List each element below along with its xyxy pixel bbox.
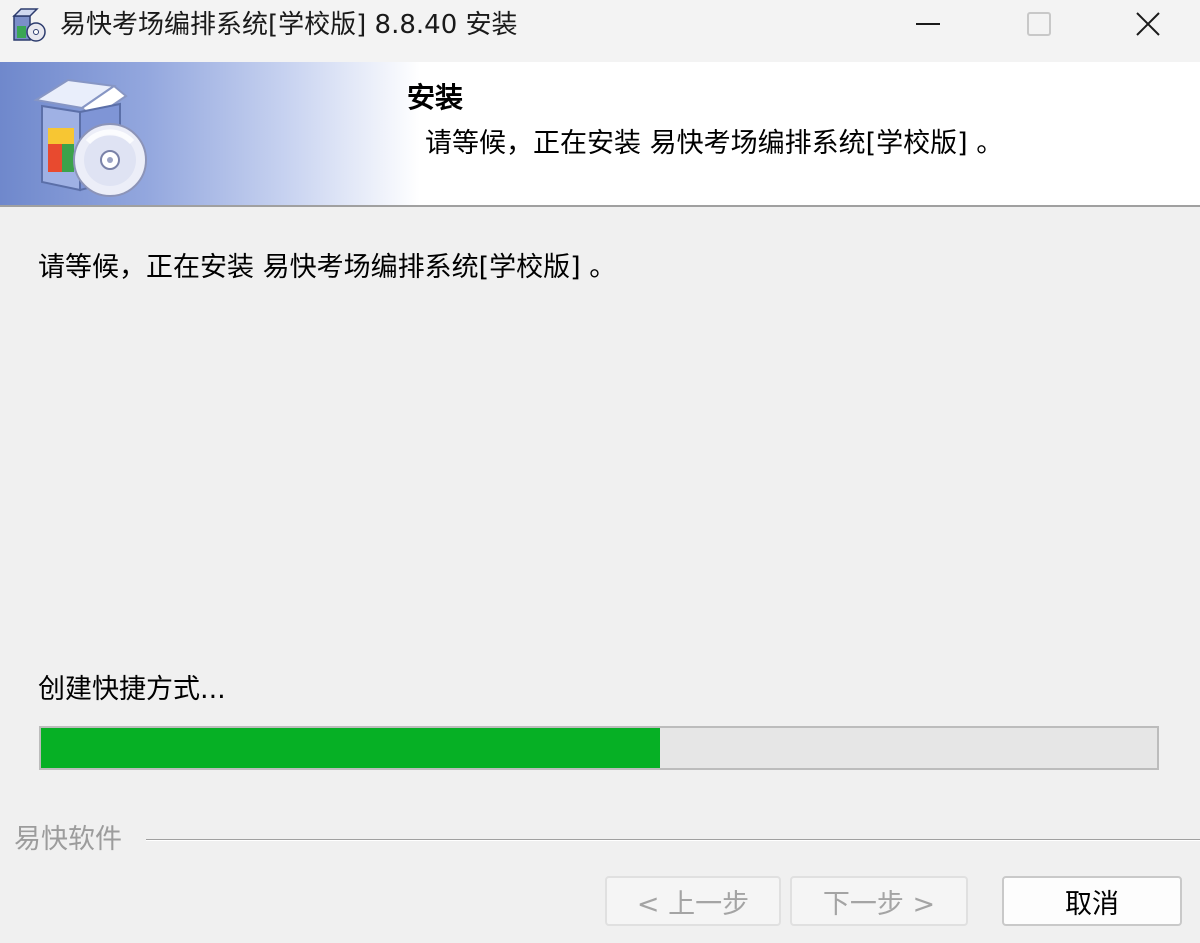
maximize-button [984,0,1094,48]
brand-label: 易快软件 [14,824,122,855]
banner-subtitle: 请等候，正在安装 易快考场编排系统[学校版] 。 [425,128,1004,159]
header-banner: 安装 请等候，正在安装 易快考场编排系统[学校版] 。 [0,62,1200,207]
back-button[interactable]: < 上一步 [605,876,781,926]
software-box-with-cd-icon [33,78,147,197]
minimize-button[interactable] [873,0,983,48]
status-text: 创建快捷方式... [38,674,226,705]
close-button[interactable] [1096,0,1200,48]
maximize-icon [1027,12,1051,36]
title-bar: 易快考场编排系统[学校版] 8.8.40 安装 [0,0,1200,62]
cancel-button[interactable]: 取消 [1002,876,1182,926]
progress-fill [41,728,661,768]
banner-title: 安装 [407,81,464,114]
wait-message: 请等候，正在安装 易快考场编排系统[学校版] 。 [38,252,617,283]
window-title: 易快考场编排系统[学校版] 8.8.40 安装 [60,10,518,40]
next-button[interactable]: 下一步 > [790,876,968,926]
footer-divider [146,839,1200,841]
close-icon [1136,12,1160,36]
installer-window: 易快考场编排系统[学校版] 8.8.40 安装 安装 请等候，正在安装 易快考场… [0,0,1200,943]
minimize-icon [916,23,940,25]
installer-app-icon [12,8,46,42]
progress-bar [39,726,1159,770]
